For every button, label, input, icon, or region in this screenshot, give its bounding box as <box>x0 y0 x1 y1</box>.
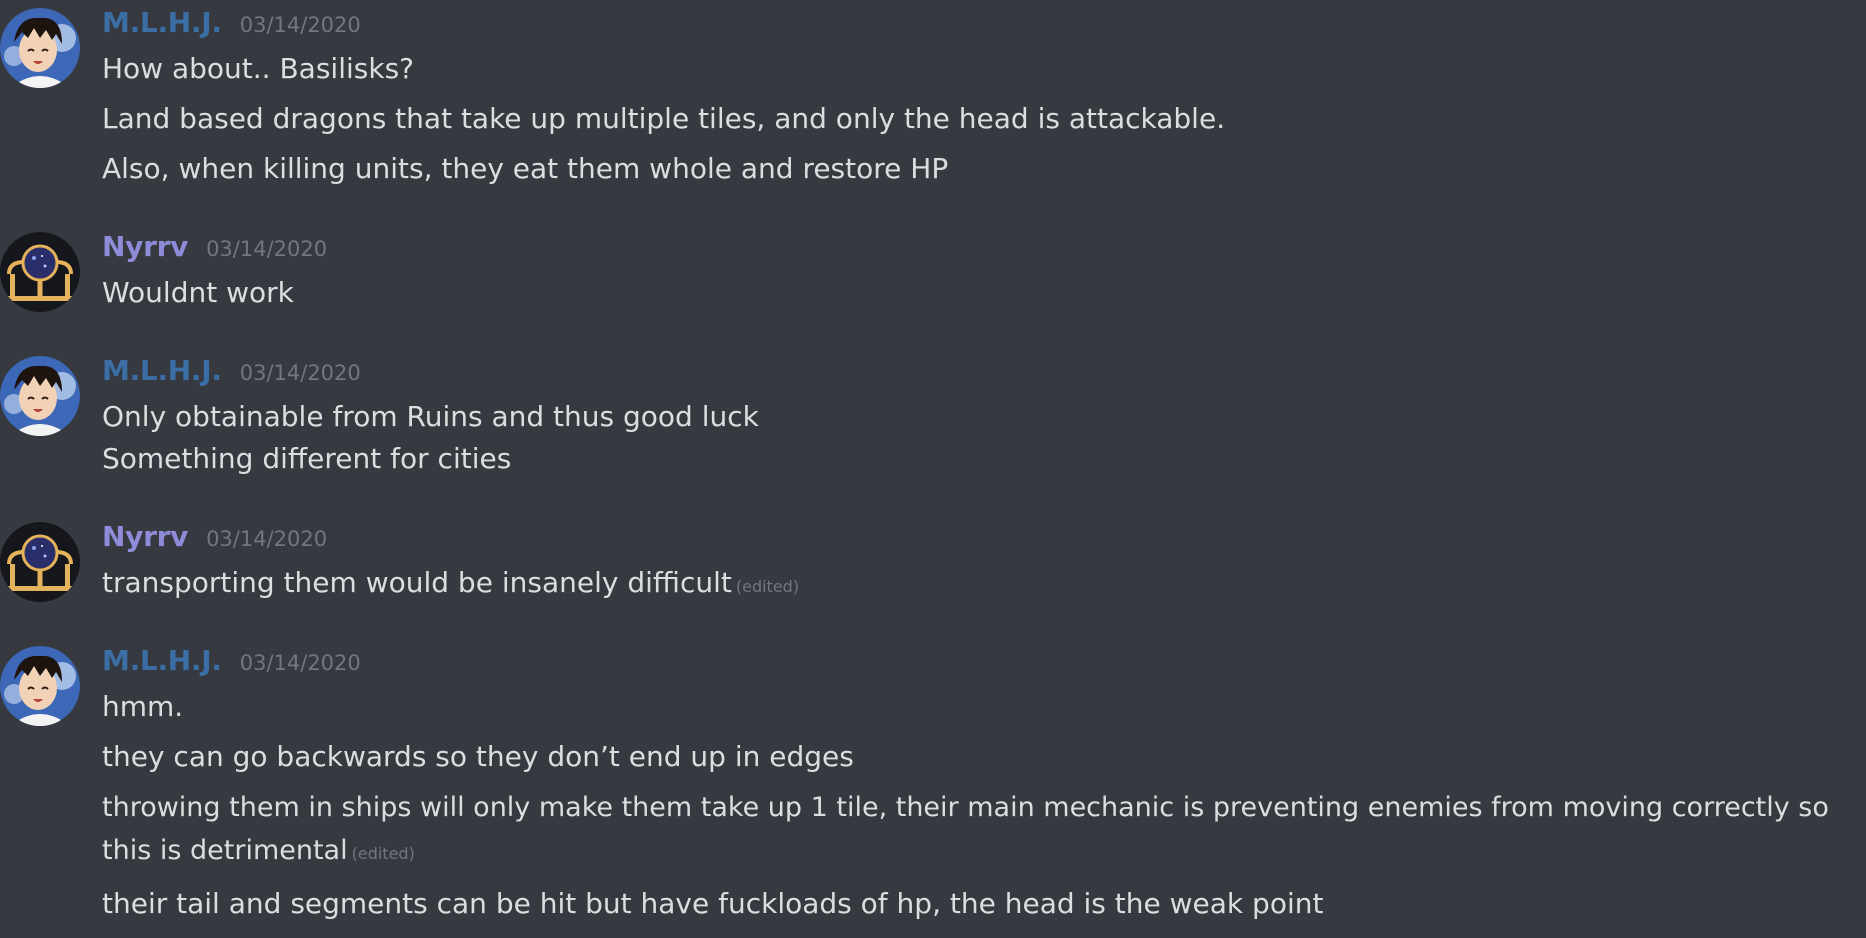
avatar-mlhj[interactable] <box>0 8 80 88</box>
message-text: hmm. <box>102 690 184 723</box>
orb-emblem-avatar-icon <box>0 522 80 602</box>
message-text: Land based dragons that take up multiple… <box>102 102 1226 135</box>
timestamp: 03/14/2020 <box>239 13 361 37</box>
message-text: Wouldnt work <box>102 276 294 309</box>
message-text: they can go backwards so they don’t end … <box>102 740 854 773</box>
message-body: transporting them would be insanely diff… <box>102 562 1862 608</box>
message-text: throwing them in ships will only make th… <box>102 786 1862 875</box>
timestamp: 03/14/2020 <box>239 361 361 385</box>
message-body: How about.. Basilisks? Land based dragon… <box>102 48 1862 190</box>
username[interactable]: Nyrrv <box>102 230 188 263</box>
message-header: M.L.H.J. 03/14/2020 <box>102 6 361 39</box>
message-header: Nyrrv 03/14/2020 <box>102 230 327 263</box>
avatar-mlhj[interactable] <box>0 646 80 726</box>
message-group: M.L.H.J. 03/14/2020 How about.. Basilisk… <box>0 0 1866 200</box>
message-header: M.L.H.J. 03/14/2020 <box>102 354 361 387</box>
message-text: Something different for cities <box>102 442 512 475</box>
anime-boy-avatar-icon <box>0 356 80 436</box>
username[interactable]: M.L.H.J. <box>102 6 222 39</box>
message-text: How about.. Basilisks? <box>102 52 415 85</box>
avatar-nyrrv[interactable] <box>0 522 80 602</box>
message-text: their tail and segments can be hit but h… <box>102 887 1324 920</box>
username[interactable]: Nyrrv <box>102 520 188 553</box>
message-group: M.L.H.J. 03/14/2020 hmm. they can go bac… <box>0 638 1866 938</box>
avatar-nyrrv[interactable] <box>0 232 80 312</box>
message-header: M.L.H.J. 03/14/2020 <box>102 644 361 677</box>
message-body: Wouldnt work <box>102 272 1862 314</box>
orb-emblem-avatar-icon <box>0 232 80 312</box>
message-text-content: transporting them would be insanely diff… <box>102 566 732 599</box>
username[interactable]: M.L.H.J. <box>102 644 222 677</box>
message-body: hmm. they can go backwards so they don’t… <box>102 686 1862 925</box>
message-group: Nyrrv 03/14/2020 Wouldnt work <box>0 224 1866 324</box>
timestamp: 03/14/2020 <box>206 527 328 551</box>
timestamp: 03/14/2020 <box>239 651 361 675</box>
avatar-mlhj[interactable] <box>0 356 80 436</box>
message-group: M.L.H.J. 03/14/2020 Only obtainable from… <box>0 348 1866 488</box>
edited-label: (edited) <box>351 844 415 863</box>
message-text: Also, when killing units, they eat them … <box>102 152 949 185</box>
anime-boy-avatar-icon <box>0 8 80 88</box>
chat-message-list: M.L.H.J. 03/14/2020 How about.. Basilisk… <box>0 0 1866 938</box>
message-text: transporting them would be insanely diff… <box>102 562 1862 608</box>
message-text: Only obtainable from Ruins and thus good… <box>102 400 759 433</box>
message-header: Nyrrv 03/14/2020 <box>102 520 327 553</box>
message-group: Nyrrv 03/14/2020 transporting them would… <box>0 514 1866 614</box>
anime-boy-avatar-icon <box>0 646 80 726</box>
edited-label: (edited) <box>735 577 800 596</box>
message-body: Only obtainable from Ruins and thus good… <box>102 396 1862 480</box>
username[interactable]: M.L.H.J. <box>102 354 222 387</box>
timestamp: 03/14/2020 <box>206 237 328 261</box>
